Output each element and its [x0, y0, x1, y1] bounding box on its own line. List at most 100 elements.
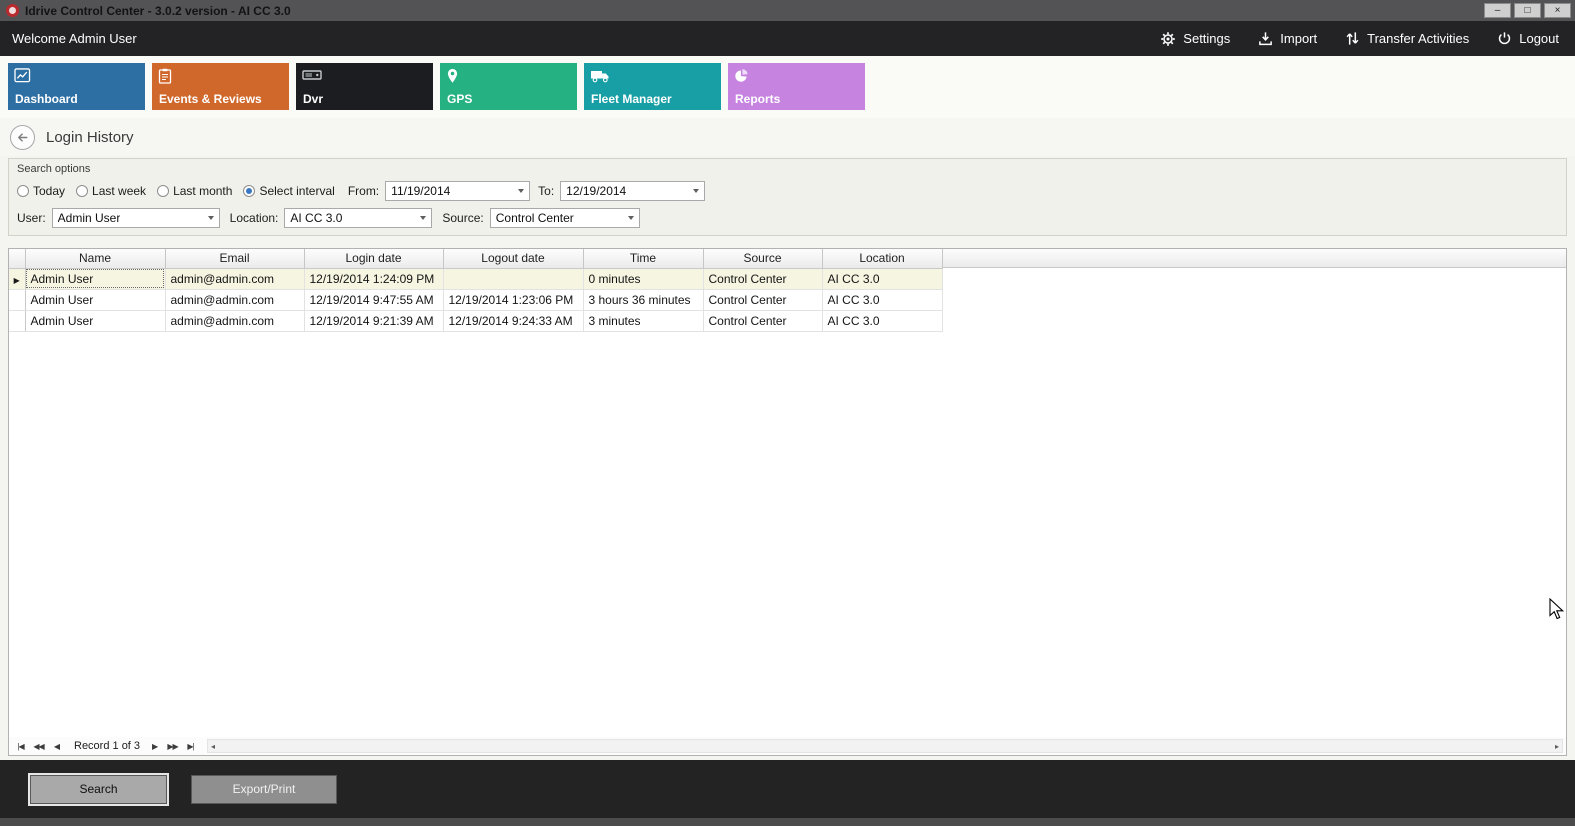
import-download-icon — [1258, 31, 1273, 46]
column-header-login-date[interactable]: Login date — [304, 249, 443, 268]
source-combo[interactable]: Control Center — [490, 208, 640, 228]
grid-cell-time[interactable]: 3 hours 36 minutes — [583, 289, 703, 310]
column-header-logout-date[interactable]: Logout date — [443, 249, 583, 268]
current-row-arrow-icon: ▶ — [14, 276, 20, 285]
settings-button[interactable]: Settings — [1160, 31, 1230, 47]
close-icon: × — [1555, 6, 1561, 16]
column-header-email[interactable]: Email — [165, 249, 304, 268]
app-icon — [6, 4, 19, 17]
welcome-text: Welcome Admin User — [12, 31, 137, 46]
grid-cell-logout-date[interactable] — [443, 268, 583, 289]
clipboard-icon — [158, 68, 172, 84]
grid-cell-source[interactable]: Control Center — [703, 310, 822, 331]
from-date-combo[interactable]: 11/19/2014 — [385, 181, 530, 201]
grid-cell-login-date[interactable]: 12/19/2014 9:21:39 AM — [304, 310, 443, 331]
scroll-left-arrow-icon[interactable]: ◂ — [211, 742, 215, 751]
to-date-value: 12/19/2014 — [566, 184, 626, 198]
grid-cell-name[interactable]: Admin User — [25, 310, 165, 331]
from-date-value: 11/19/2014 — [391, 184, 450, 198]
next-page-button[interactable]: ▶▶ — [165, 739, 180, 753]
dvr-box-icon — [302, 68, 322, 82]
column-header-source[interactable]: Source — [703, 249, 822, 268]
user-combo[interactable]: Admin User — [52, 208, 220, 228]
next-record-button[interactable]: ▶ — [147, 739, 162, 753]
tile-reports[interactable]: Reports — [728, 63, 865, 110]
grid-cell-login-date[interactable]: 12/19/2014 1:24:09 PM — [304, 268, 443, 289]
first-record-button[interactable]: |◀ — [13, 739, 28, 753]
location-combo[interactable]: AI CC 3.0 — [284, 208, 432, 228]
logout-button[interactable]: Logout — [1497, 31, 1559, 46]
grid-cell-logout-date[interactable]: 12/19/2014 9:24:33 AM — [443, 310, 583, 331]
grid-cell-name[interactable]: Admin User — [25, 289, 165, 310]
logout-label: Logout — [1519, 31, 1559, 46]
dropdown-arrow-icon[interactable] — [415, 209, 431, 227]
grid-cell-email[interactable]: admin@admin.com — [165, 289, 304, 310]
tile-dvr[interactable]: Dvr — [296, 63, 433, 110]
prev-page-button[interactable]: ◀◀ — [31, 739, 46, 753]
minimize-icon: – — [1495, 6, 1501, 16]
tile-events-reviews[interactable]: Events & Reviews — [152, 63, 289, 110]
radio-select-interval[interactable]: Select interval — [243, 184, 334, 198]
search-button[interactable]: Search — [30, 775, 167, 804]
table-row[interactable]: Admin Useradmin@admin.com12/19/2014 9:21… — [9, 310, 942, 331]
tile-gps[interactable]: GPS — [440, 63, 577, 110]
map-pin-icon — [446, 68, 459, 84]
grid-cell-location[interactable]: AI CC 3.0 — [822, 289, 942, 310]
tile-fleet-manager[interactable]: Fleet Manager — [584, 63, 721, 110]
radio-last-month[interactable]: Last month — [157, 184, 232, 198]
prev-record-button[interactable]: ◀ — [49, 739, 64, 753]
transfer-activities-button[interactable]: Transfer Activities — [1345, 31, 1469, 46]
grid-cell-logout-date[interactable]: 12/19/2014 1:23:06 PM — [443, 289, 583, 310]
window-title: Idrive Control Center - 3.0.2 version - … — [25, 4, 1484, 18]
to-date-combo[interactable]: 12/19/2014 — [560, 181, 705, 201]
dropdown-arrow-icon[interactable] — [513, 182, 529, 200]
scroll-right-arrow-icon[interactable]: ▸ — [1555, 742, 1559, 751]
radio-circle-icon — [17, 185, 29, 197]
radio-label: Last month — [173, 184, 232, 198]
record-navigator: |◀◀◀◀Record 1 of 3▶▶▶▶|◂▸ — [9, 737, 1566, 755]
topbar: Welcome Admin User Settings Import Transfe… — [0, 21, 1575, 56]
import-button[interactable]: Import — [1258, 31, 1317, 46]
transfer-arrows-icon — [1345, 31, 1360, 46]
tile-label: GPS — [447, 92, 472, 106]
page-title: Login History — [46, 129, 134, 146]
grid-cell-time[interactable]: 3 minutes — [583, 310, 703, 331]
export-print-button[interactable]: Export/Print — [191, 775, 337, 804]
maximize-button[interactable]: □ — [1514, 3, 1541, 18]
settings-label: Settings — [1183, 31, 1230, 46]
radio-last-week[interactable]: Last week — [76, 184, 146, 198]
tile-label: Dvr — [303, 92, 323, 106]
record-count-text: Record 1 of 3 — [74, 740, 140, 752]
last-record-button[interactable]: ▶| — [183, 739, 198, 753]
table-row[interactable]: ▶ Admin Useradmin@admin.com12/19/2014 1:2… — [9, 268, 942, 289]
column-header-time[interactable]: Time — [583, 249, 703, 268]
login-history-grid: NameEmailLogin dateLogout dateTimeSource… — [8, 248, 1567, 756]
minimize-button[interactable]: – — [1484, 3, 1511, 18]
tile-dashboard[interactable]: Dashboard — [8, 63, 145, 110]
grid-cell-name[interactable]: Admin User — [25, 268, 165, 289]
dropdown-arrow-icon[interactable] — [203, 209, 219, 227]
radio-circle-icon — [76, 185, 88, 197]
column-header-location[interactable]: Location — [822, 249, 942, 268]
back-button[interactable] — [10, 125, 35, 150]
dropdown-arrow-icon[interactable] — [688, 182, 704, 200]
close-button[interactable]: × — [1544, 3, 1571, 18]
dropdown-arrow-icon[interactable] — [623, 209, 639, 227]
grid-cell-source[interactable]: Control Center — [703, 289, 822, 310]
grid-cell-location[interactable]: AI CC 3.0 — [822, 268, 942, 289]
horizontal-scrollbar[interactable]: ◂▸ — [207, 739, 1563, 753]
grid-cell-email[interactable]: admin@admin.com — [165, 268, 304, 289]
source-label: Source: — [442, 211, 483, 225]
table-row[interactable]: Admin Useradmin@admin.com12/19/2014 9:47… — [9, 289, 942, 310]
grid-cell-time[interactable]: 0 minutes — [583, 268, 703, 289]
radio-today[interactable]: Today — [17, 184, 65, 198]
login-history-table: NameEmailLogin dateLogout dateTimeSource… — [9, 249, 943, 332]
grid-cell-source[interactable]: Control Center — [703, 268, 822, 289]
column-header-name[interactable]: Name — [25, 249, 165, 268]
grid-cell-login-date[interactable]: 12/19/2014 9:47:55 AM — [304, 289, 443, 310]
from-field: From: 11/19/2014 — [348, 181, 530, 201]
radio-circle-icon — [243, 185, 255, 197]
grid-cell-email[interactable]: admin@admin.com — [165, 310, 304, 331]
grid-cell-location[interactable]: AI CC 3.0 — [822, 310, 942, 331]
tile-label: Fleet Manager — [591, 92, 672, 106]
